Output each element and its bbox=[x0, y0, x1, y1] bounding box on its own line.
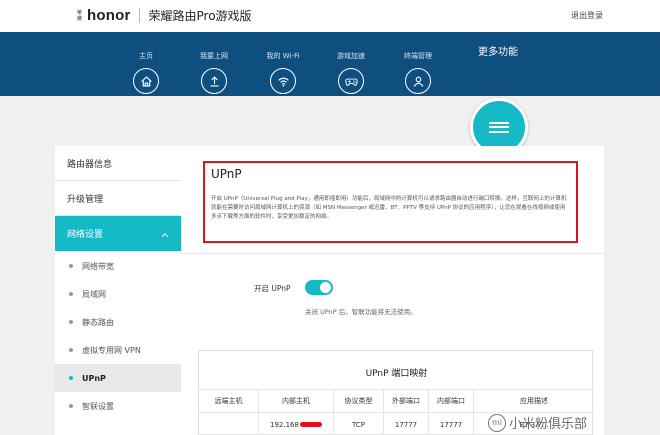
home-icon bbox=[133, 68, 159, 94]
wifi-icon bbox=[270, 68, 296, 94]
sidebar-sub-label: 虚拟专用网 VPN bbox=[82, 345, 141, 355]
sidebar-sub-static-route[interactable]: 静态路由 bbox=[55, 308, 181, 336]
nav-wifi[interactable]: 我的 Wi-Fi bbox=[253, 51, 313, 94]
divider bbox=[181, 253, 604, 254]
bullet-dot bbox=[69, 292, 73, 296]
logout-link[interactable]: 退出登录 bbox=[571, 10, 603, 21]
logo-divider bbox=[138, 8, 140, 23]
table-header: 远端主机 内部主机 协议类型 外部端口 内部端口 应用描述 bbox=[199, 389, 594, 413]
main-nav: 主页 我要上网 我的 Wi-Fi 游戏加速 终端管理 更多功能 bbox=[0, 32, 660, 156]
nav-label: 我的 Wi-Fi bbox=[266, 52, 300, 60]
top-bar: 荣耀 honor 荣耀路由Pro游戏版 退出登录 bbox=[0, 0, 660, 32]
upnp-info-box: UPnP 开启 UPnP（Universal Plug and Play，通用即… bbox=[203, 161, 578, 243]
table-cell: 192.168 bbox=[259, 413, 334, 435]
table-cell: TCP bbox=[334, 413, 384, 435]
nav-device-manage[interactable]: 终端管理 bbox=[388, 51, 448, 94]
nav-label: 游戏加速 bbox=[337, 52, 365, 60]
watermark-logo-icon: mi bbox=[488, 413, 506, 432]
upload-icon bbox=[201, 68, 227, 94]
nav-label: 主页 bbox=[139, 52, 153, 60]
column-header: 内部主机 bbox=[259, 390, 334, 412]
content-panel: UPnP 开启 UPnP（Universal Plug and Play，通用即… bbox=[181, 146, 604, 435]
column-header: 协议类型 bbox=[334, 390, 384, 412]
sidebar-sub-smart-connect[interactable]: 智联设置 bbox=[55, 392, 181, 420]
sidebar: 路由器信息 升级管理 网络设置 网络带宽 局域网 静态路由 虚拟专用网 VPN … bbox=[55, 146, 181, 435]
nav-game-boost[interactable]: 游戏加速 bbox=[321, 51, 381, 94]
honor-logo: 荣耀 honor 荣耀路由Pro游戏版 bbox=[77, 7, 252, 24]
gamepad-icon bbox=[338, 68, 364, 94]
toggle-knob bbox=[320, 282, 331, 293]
redaction-mark bbox=[299, 422, 322, 427]
user-icon bbox=[405, 68, 431, 94]
sidebar-sub-vpn[interactable]: 虚拟专用网 VPN bbox=[55, 336, 181, 364]
sidebar-sub-label: 静态路由 bbox=[82, 317, 114, 327]
bullet-dot bbox=[69, 348, 73, 352]
port-mapping-title: UPnP 端口映射 bbox=[365, 369, 428, 379]
sidebar-sub-bandwidth[interactable]: 网络带宽 bbox=[55, 252, 181, 280]
upnp-toggle-hint: 关闭 UPnP 后，智联功能将无法使用。 bbox=[305, 308, 417, 316]
watermark: mi 小米粉俱乐部 bbox=[488, 413, 587, 432]
sidebar-sub-lan[interactable]: 局域网 bbox=[55, 280, 181, 308]
table-cell: 17777 bbox=[384, 413, 429, 435]
sidebar-item-label: 网络设置 bbox=[67, 230, 104, 240]
nav-label: 我要上网 bbox=[200, 52, 228, 60]
sidebar-sub-label: 网络带宽 bbox=[82, 261, 114, 271]
page-title: UPnP bbox=[211, 167, 242, 181]
sidebar-sub-label: 智联设置 bbox=[82, 401, 114, 411]
product-name: 荣耀路由Pro游戏版 bbox=[148, 9, 252, 23]
column-header: 远端主机 bbox=[199, 390, 259, 412]
watermark-text: 小米粉俱乐部 bbox=[509, 417, 588, 432]
logo-small-text: 荣耀 bbox=[77, 9, 83, 22]
sidebar-item-upgrade[interactable]: 升级管理 bbox=[55, 181, 181, 216]
bullet-dot bbox=[69, 376, 73, 380]
upnp-toggle[interactable] bbox=[305, 280, 333, 295]
nav-home[interactable]: 主页 bbox=[116, 51, 176, 94]
bullet-dot bbox=[69, 404, 73, 408]
internal-host-value: 192.168 bbox=[270, 420, 299, 429]
upnp-toggle-label: 开启 UPnP bbox=[254, 284, 291, 293]
sidebar-item-network-settings[interactable]: 网络设置 bbox=[55, 216, 181, 251]
chevron-up-icon bbox=[161, 233, 169, 237]
menu-icon bbox=[489, 119, 509, 135]
bullet-dot bbox=[69, 320, 73, 324]
table-cell bbox=[199, 413, 259, 435]
nav-more-label: 更多功能 bbox=[478, 47, 518, 58]
column-header: 外部端口 bbox=[384, 390, 429, 412]
sidebar-sub-upnp[interactable]: UPnP bbox=[55, 364, 181, 392]
column-header: 应用描述 bbox=[520, 397, 548, 405]
sidebar-item-router-info[interactable]: 路由器信息 bbox=[55, 146, 181, 181]
sidebar-sub-label: 局域网 bbox=[82, 289, 106, 299]
logo-brand: honor bbox=[87, 7, 131, 24]
upnp-description: 开启 UPnP（Universal Plug and Play，通用即插即用）功… bbox=[211, 196, 567, 220]
sidebar-sub-label: UPnP bbox=[82, 373, 106, 383]
table-cell: 17777 bbox=[429, 413, 474, 435]
nav-internet[interactable]: 我要上网 bbox=[184, 51, 244, 94]
nav-label: 终端管理 bbox=[404, 52, 432, 60]
bullet-dot bbox=[69, 264, 73, 268]
column-header: 内部端口 bbox=[429, 390, 474, 412]
